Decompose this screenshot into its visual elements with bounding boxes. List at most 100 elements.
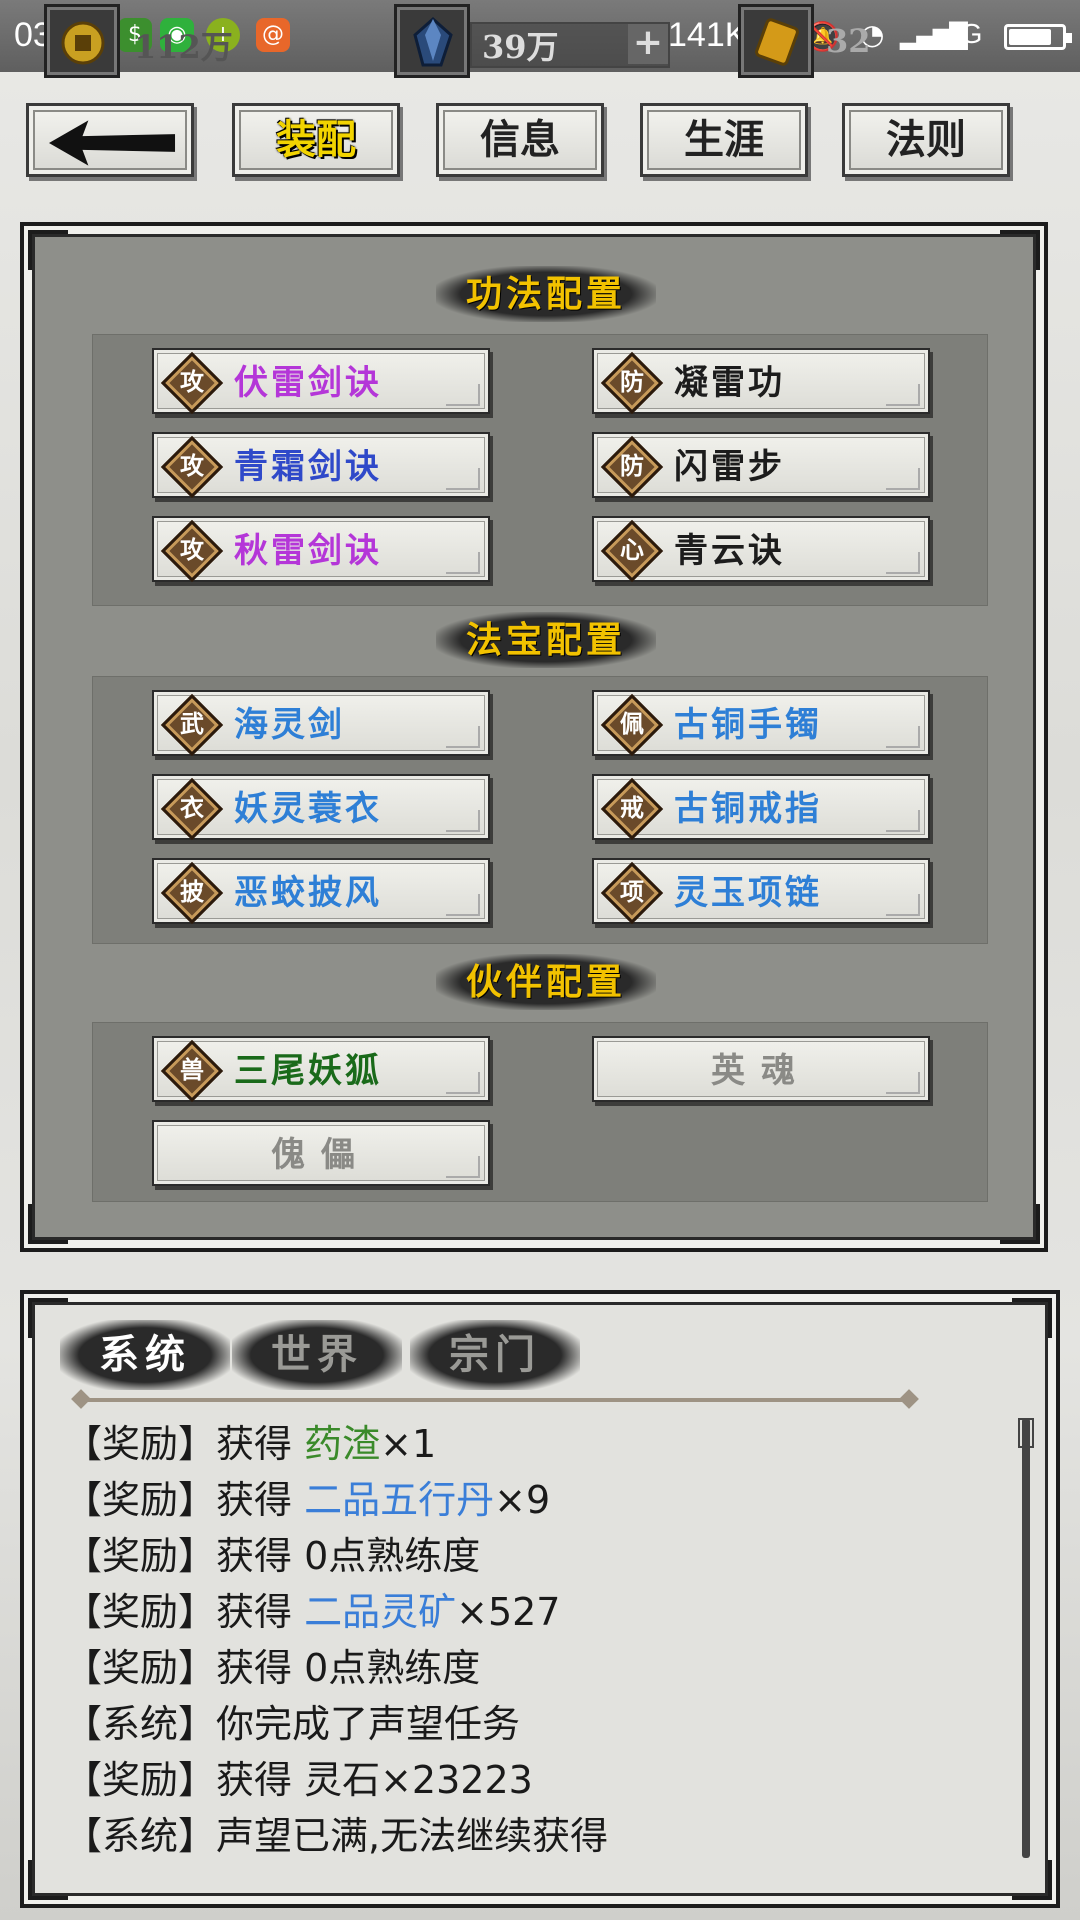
slot-type-badge: 项 [620,877,644,906]
slot-type-badge: 兽 [180,1055,204,1084]
skill-slot-2[interactable]: 防 凝雷功 [592,348,930,415]
frame-corner [1012,1298,1052,1338]
slot-type-badge: 心 [620,535,644,564]
slot-type-badge: 攻 [180,367,204,396]
corner-ornament [446,552,480,574]
message-text: 【奖励】获得 灵石×23223 [64,1758,533,1802]
slot-type-badge: 佩 [620,709,644,738]
partner-slot-puppet[interactable]: 傀儡 [152,1120,490,1186]
partner-slot-hero-soul[interactable]: 英魂 [592,1036,930,1102]
reward-item: 药渣 [304,1422,381,1466]
chat-message: 【奖励】获得 二品灵矿×527 [64,1584,1014,1640]
corner-ornament [446,726,480,748]
slot-name: 伏雷剑诀 [234,363,382,403]
skills-section-title: 功法配置 [436,266,656,322]
skill-slot-6[interactable]: 心 青云诀 [592,516,930,583]
gold-coin-icon [44,4,120,78]
jade-token-icon [738,4,814,78]
message-text: 【系统】你完成了声望任务 [64,1702,521,1746]
chat-message: 【奖励】获得 0点熟练度 [64,1640,1014,1696]
slot-name: 闪雷步 [674,447,785,487]
reward-count: ×9 [494,1478,551,1522]
corner-ornament [886,726,920,748]
corner-ornament [446,468,480,490]
treasure-slot-bracelet[interactable]: 佩 古铜手镯 [592,690,930,757]
frame-corner [28,1860,68,1900]
crystal-amount: 39万 [482,28,559,66]
corner-ornament [446,1156,480,1178]
slot-name: 恶蛟披风 [234,873,382,913]
chat-tab-sect[interactable]: 宗门 [410,1320,580,1390]
corner-ornament [446,1072,480,1094]
partners-section-title: 伙伴配置 [436,954,656,1010]
tab-career[interactable]: 生涯 [640,103,808,177]
treasures-section-title: 法宝配置 [436,612,656,668]
chat-tab-system[interactable]: 系统 [60,1320,230,1390]
chat-message: 【奖励】获得 药渣×1 [64,1416,1014,1472]
slot-name: 海灵剑 [234,705,345,745]
slot-type-badge: 防 [620,367,644,396]
slot-type-badge: 戒 [620,793,644,822]
crystal-icon [394,4,470,78]
slot-type-badge: 攻 [180,535,204,564]
corner-ornament [886,384,920,406]
back-arrow-icon [49,120,176,166]
reward-count: ×527 [456,1590,561,1634]
reward-count: ×1 [380,1422,437,1466]
partner-slot-beast[interactable]: 兽 三尾妖狐 [152,1036,490,1103]
slot-name: 傀儡 [271,1135,371,1175]
slot-type-badge: 防 [620,451,644,480]
treasure-slot-weapon[interactable]: 武 海灵剑 [152,690,490,757]
slot-name: 青霜剑诀 [234,447,382,487]
battery-fill [1009,29,1051,45]
treasure-slot-necklace[interactable]: 项 灵玉项链 [592,858,930,925]
weibo-icon: @ [256,18,290,52]
add-crystal-button[interactable]: + [628,24,668,64]
tab-info[interactable]: 信息 [436,103,604,177]
chat-scrollbar[interactable] [1018,1418,1034,1858]
slot-name: 秋雷剑诀 [234,531,382,571]
chat-message-list[interactable]: 【奖励】获得 药渣×1 【奖励】获得 二品五行丹×9 【奖励】获得 0点熟练度 … [64,1416,1014,1864]
skill-slot-5[interactable]: 攻 秋雷剑诀 [152,516,490,583]
battery-icon [1004,24,1072,50]
chat-message: 【奖励】获得 0点熟练度 [64,1528,1014,1584]
back-button[interactable] [26,103,194,177]
slot-type-badge: 武 [180,709,204,738]
network-type: 4G [945,18,983,49]
corner-ornament [886,468,920,490]
frame-corner [1000,1204,1040,1244]
message-text: 【奖励】获得 0点熟练度 [64,1646,481,1690]
treasure-slot-cloak[interactable]: 披 恶蛟披风 [152,858,490,925]
message-text: 【奖励】获得 [64,1478,305,1522]
frame-corner [1012,1860,1052,1900]
skill-slot-3[interactable]: 攻 青霜剑诀 [152,432,490,499]
slot-name: 三尾妖狐 [234,1051,382,1091]
corner-ornament [446,810,480,832]
tab-rules[interactable]: 法则 [842,103,1010,177]
chat-message: 【系统】你完成了声望任务 [64,1696,1014,1752]
slot-name: 青云诀 [674,531,785,571]
corner-ornament [886,1072,920,1094]
message-text: 【系统】声望已满,无法继续获得 [64,1814,609,1858]
chat-tab-world[interactable]: 世界 [232,1320,402,1390]
skill-slot-4[interactable]: 防 闪雷步 [592,432,930,499]
chat-divider [80,1398,910,1402]
corner-ornament [446,894,480,916]
chat-message: 【系统】声望已满,无法继续获得 [64,1808,1014,1864]
message-text: 【奖励】获得 [64,1590,305,1634]
reward-item: 二品灵矿 [304,1590,457,1634]
treasure-slot-ring[interactable]: 戒 古铜戒指 [592,774,930,841]
skill-slot-1[interactable]: 攻 伏雷剑诀 [152,348,490,415]
corner-ornament [886,894,920,916]
tab-equip[interactable]: 装配 [232,103,400,177]
slot-type-badge: 披 [180,877,204,906]
treasure-slot-clothing[interactable]: 衣 妖灵蓑衣 [152,774,490,841]
slot-name: 古铜手镯 [674,705,822,745]
message-text: 【奖励】获得 [64,1422,305,1466]
slot-type-badge: 衣 [180,793,204,822]
corner-ornament [886,552,920,574]
slot-name: 古铜戒指 [674,789,822,829]
slot-name: 妖灵蓑衣 [234,789,382,829]
frame-corner [28,230,68,270]
corner-ornament [446,384,480,406]
